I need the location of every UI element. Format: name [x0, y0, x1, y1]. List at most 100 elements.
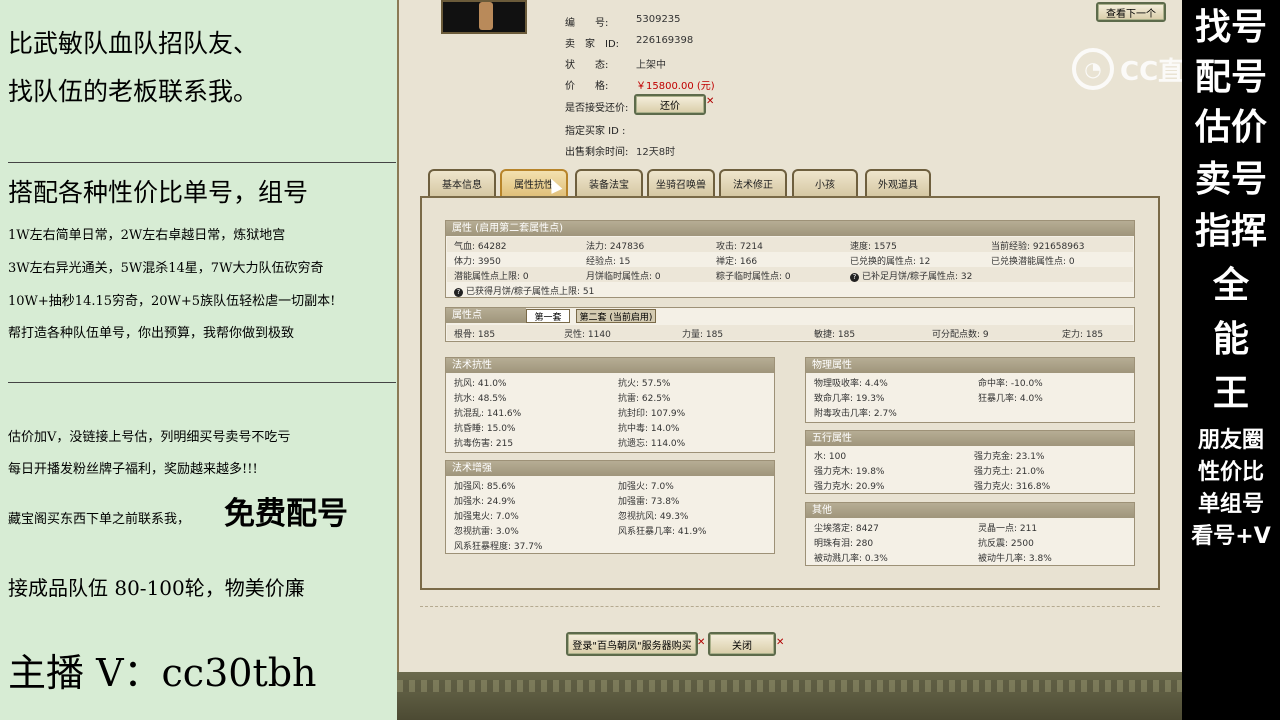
boost-cell: 风系狂暴程度: 37.7% [454, 542, 543, 552]
promo-line-2: 找队伍的老板联系我。 [8, 77, 259, 106]
promo-line-3: 搭配各种性价比单号，组号 [8, 178, 309, 207]
physical-title: 物理属性 [806, 358, 1134, 373]
tab-equipment[interactable]: 装备法宝 [575, 169, 643, 196]
five-elements-cell: 强力克水: 20.9% [814, 482, 885, 492]
buyer-label: 指定买家 ID : [565, 126, 626, 137]
boost-box: 法术增强 加强风: 85.6% 加强火: 7.0% 加强水: 24.9% 加强雷: 7… [445, 460, 775, 554]
promo-line-1: 比武敏队血队招队友、 [8, 29, 259, 58]
promo-line-7: 帮打造各种队伍单号，你出预算，我帮你做到极致 [8, 326, 295, 341]
tab-appearance[interactable]: 外观道具 [865, 169, 931, 196]
right-promo-chars-2: 配号 [1194, 57, 1267, 98]
price-label: 价 格: [565, 81, 609, 92]
physical-cell: 致命几率: 19.3% [814, 394, 885, 404]
five-elements-title: 五行属性 [806, 431, 1134, 446]
resist-cell: 抗封印: 107.9% [618, 409, 686, 419]
attribute-cell: ? 已补足月饼/粽子属性点: 32 [850, 269, 972, 282]
right-promo-panel: 找号 配号 估价 卖号 指挥 全 能 王 朋友圈 性价比 单组号 看号+V [1182, 0, 1280, 720]
attribute-cell: 体力: 3950 [454, 257, 501, 267]
physical-cell: 附毒攻击几率: 2.7% [814, 409, 897, 419]
subtab-set-1[interactable]: 第一套 [526, 309, 570, 323]
other-cell: 抗反震: 2500 [978, 539, 1034, 549]
boost-cell: 加强火: 7.0% [618, 482, 674, 492]
attribute-cell: 当前经验: 921658963 [991, 242, 1085, 252]
attributes-title: 属性 (启用第二套属性点) [446, 221, 1134, 236]
tab-basic-info[interactable]: 基本信息 [428, 169, 496, 196]
close-button[interactable]: 关闭 [708, 632, 776, 656]
promo-line-10b: 免费配号 [224, 496, 348, 532]
promo-line-9: 每日开播发粉丝牌子福利，奖励越来越多!!! [8, 462, 258, 477]
physical-cell: 狂暴几率: 4.0% [978, 394, 1043, 404]
status-label: 状 态: [565, 60, 609, 71]
right-promo-small-1: 朋友圈 [1197, 428, 1264, 453]
attribute-cell: 已兑换的属性点: 12 [850, 257, 931, 267]
right-promo-chars-5: 指挥 [1194, 211, 1267, 252]
boost-cell: 忽视抗风: 49.3% [618, 512, 689, 522]
status-value: 上架中 [636, 60, 666, 71]
tab-spells[interactable]: 法术修正 [719, 169, 787, 196]
resist-cell: 抗中毒: 14.0% [618, 424, 680, 434]
right-promo-chars-7: 能 [1212, 319, 1249, 360]
other-box: 其他 尘埃落定: 8427 灵晶一点: 211 明珠有泪: 280 抗反震: 2500… [805, 502, 1135, 566]
other-cell: 灵晶一点: 211 [978, 524, 1038, 534]
close-x-icon: ✕ [706, 96, 715, 107]
attribute-cell: 攻击: 7214 [716, 242, 763, 252]
five-elements-cell: 水: 100 [814, 452, 847, 462]
tab-mounts[interactable]: 坐骑召唤兽 [647, 169, 715, 196]
screen: 比武敏队血队招队友、 找队伍的老板联系我。 搭配各种性价比单号，组号 1W左右简… [0, 0, 1280, 720]
attribute-cell: 法力: 247836 [586, 242, 645, 252]
seller-label: 卖 家 ID: [565, 39, 620, 50]
subtab-set-2[interactable]: 第二套 (当前启用) [576, 309, 656, 323]
character-avatar [441, 0, 527, 34]
bargain-label: 是否接受还价: [565, 103, 629, 114]
right-promo-small-2: 性价比 [1197, 460, 1264, 485]
points-cell: 力量: 185 [682, 330, 724, 340]
attributes-box: 属性 (启用第二套属性点) 气血: 64282 法力: 247836 攻击: 721… [445, 220, 1135, 298]
attribute-cell: ? 已获得月饼/粽子属性点上限: 51 [454, 284, 594, 297]
help-icon[interactable]: ? [850, 273, 859, 282]
points-cell: 定力: 185 [1062, 330, 1104, 340]
resist-cell: 抗火: 57.5% [618, 379, 671, 389]
time-value: 12天8时 [636, 147, 676, 158]
other-cell: 被动牛几率: 3.8% [978, 554, 1052, 564]
right-promo-chars-8: 王 [1212, 373, 1249, 414]
boost-cell: 风系狂暴几率: 41.9% [618, 527, 707, 537]
right-promo-small-4: 看号+V [1191, 524, 1271, 549]
physical-cell: 物理吸收率: 4.4% [814, 379, 888, 389]
attribute-cell: 禅定: 166 [716, 257, 758, 267]
resist-cell: 抗风: 41.0% [454, 379, 507, 389]
resist-cell: 抗遗忘: 114.0% [618, 439, 686, 449]
bargain-button[interactable]: 还价 [634, 94, 706, 115]
resist-title: 法术抗性 [446, 358, 774, 373]
boost-cell: 忽视抗雷: 3.0% [454, 527, 519, 537]
help-icon[interactable]: ? [454, 288, 463, 297]
physical-box: 物理属性 物理吸收率: 4.4% 命中率: -10.0% 致命几率: 19.3% 狂暴… [805, 357, 1135, 423]
promo-line-11: 接成品队伍 80-100轮，物美价廉 [8, 576, 305, 600]
boost-cell: 加强雷: 73.8% [618, 497, 680, 507]
promo-line-4: 1W左右简单日常，2W左右卓越日常，炼狱地宫 [8, 228, 286, 243]
next-button[interactable]: 查看下一个 [1096, 2, 1166, 22]
promo-line-8: 估价加V，没链接上号估，列明细买号卖号不吃亏 [8, 430, 291, 445]
attribute-cell: 气血: 64282 [454, 242, 507, 252]
id-label: 编 号: [565, 18, 609, 29]
game-bottom-bar [397, 672, 1182, 720]
time-label: 出售剩余时间: [565, 147, 629, 158]
boost-cell: 加强鬼火: 7.0% [454, 512, 519, 522]
resist-cell: 抗毒伤害: 215 [454, 439, 514, 449]
points-cell: 可分配点数: 9 [932, 330, 989, 340]
right-promo-chars-4: 卖号 [1194, 159, 1267, 200]
promo-line-6: 10W+抽秒14.15穷奇，20W+5族队伍轻松虐一切副本! [8, 294, 336, 309]
points-cell: 灵性: 1140 [564, 330, 611, 340]
other-cell: 被动溅几率: 0.3% [814, 554, 888, 564]
login-server-button[interactable]: 登录"百鸟朝凤"服务器购买 [566, 632, 698, 656]
other-cell: 明珠有泪: 280 [814, 539, 874, 549]
five-elements-cell: 强力克金: 23.1% [974, 452, 1045, 462]
right-promo-chars-3: 估价 [1194, 107, 1267, 148]
id-value: 5309235 [636, 14, 681, 25]
price-value: ￥15800.00 (元) [636, 81, 715, 92]
attribute-cell: 粽子临时属性点: 0 [716, 272, 791, 282]
boost-cell: 加强水: 24.9% [454, 497, 516, 507]
points-cell: 敏捷: 185 [814, 330, 856, 340]
promo-line-5: 3W左右异光通关，5W混杀14星，7W大力队伍砍穷奇 [8, 261, 324, 276]
points-title: 属性点 [446, 308, 526, 323]
tab-child[interactable]: 小孩 [792, 169, 858, 196]
